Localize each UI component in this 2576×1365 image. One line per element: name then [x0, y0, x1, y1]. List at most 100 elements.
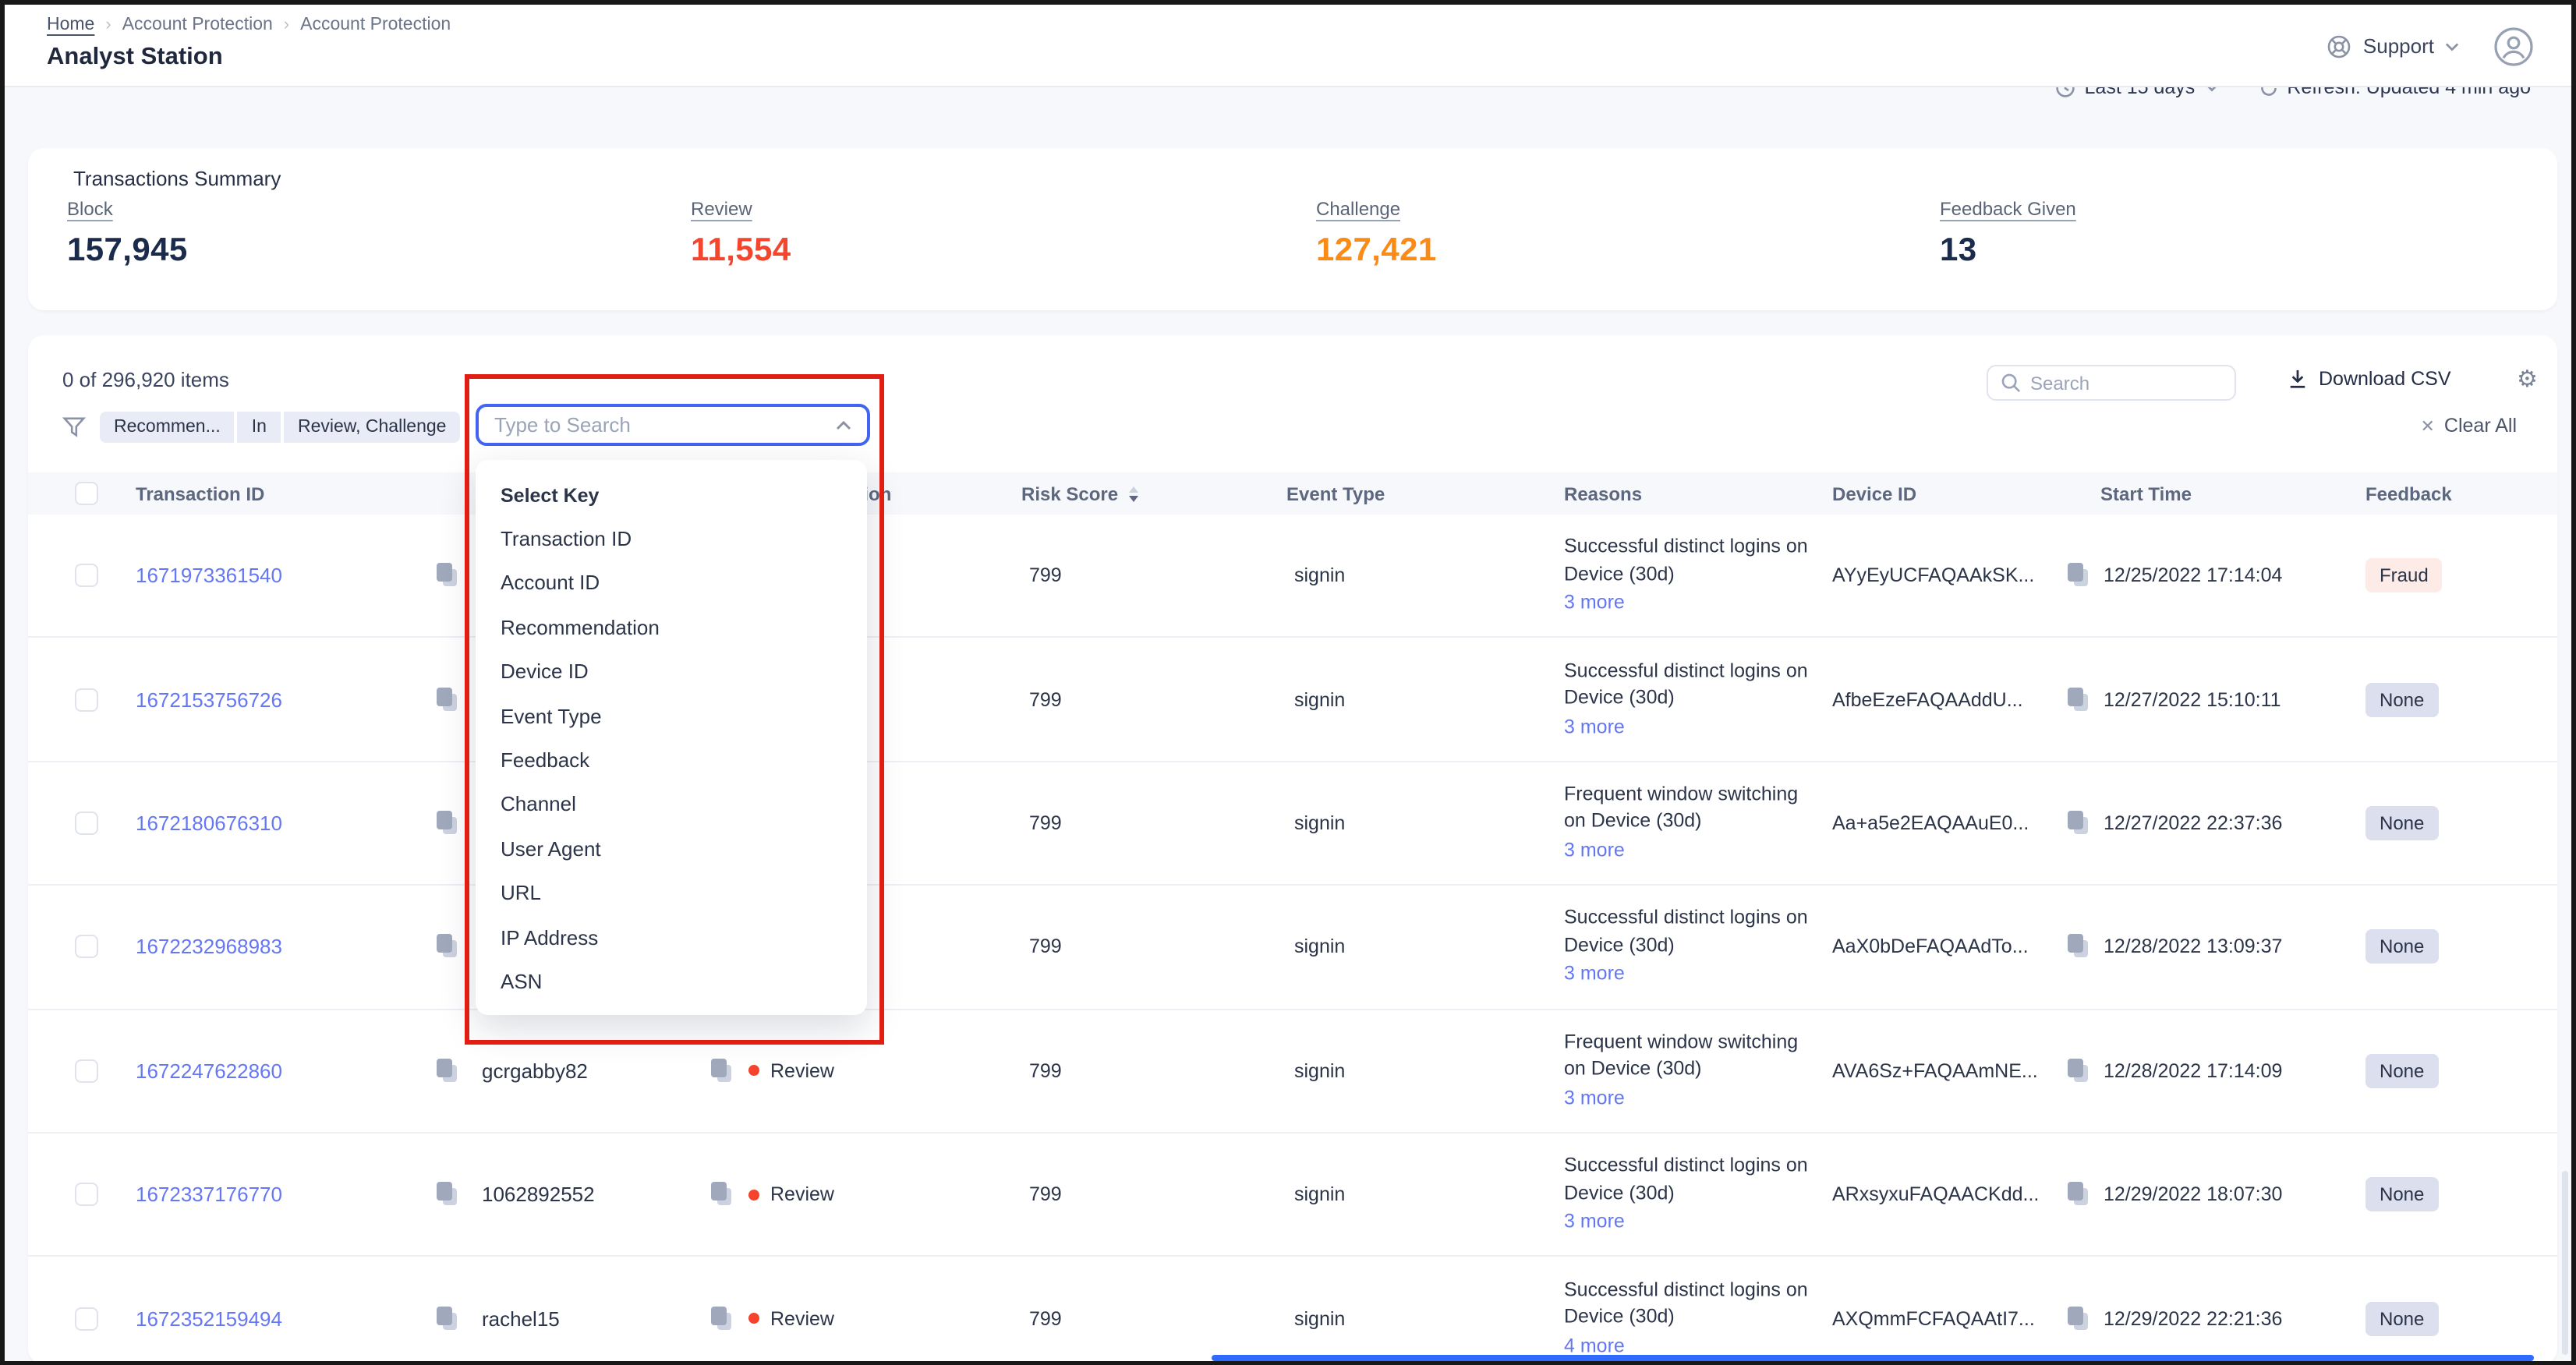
option-recommendation[interactable]: Recommendation: [476, 606, 867, 651]
copy-icon[interactable]: [2068, 811, 2089, 836]
user-avatar[interactable]: [2493, 26, 2534, 66]
breadcrumb-item[interactable]: Account Protection: [122, 16, 273, 34]
vertical-scrollbar[interactable]: [2561, 1171, 2568, 1355]
recommendation-cell: Review: [748, 1060, 834, 1082]
row-checkbox[interactable]: [75, 564, 98, 587]
transaction-id-link[interactable]: 1672352159494: [136, 1307, 282, 1330]
device-id-cell: AVA6Sz+FAQAAmNE...: [1832, 1060, 2038, 1082]
transaction-id-link[interactable]: 1672337176770: [136, 1183, 282, 1206]
option-group-label: Select Key: [476, 474, 867, 518]
copy-icon[interactable]: [437, 935, 458, 960]
option-transaction-id[interactable]: Transaction ID: [476, 518, 867, 562]
copy-icon[interactable]: [437, 687, 458, 712]
copy-icon[interactable]: [2068, 1306, 2089, 1331]
table-row: 1671973361540 799 signin Successful dist…: [28, 515, 2557, 638]
breadcrumb-separator: ›: [105, 16, 111, 34]
transaction-id-link[interactable]: 1672180676310: [136, 812, 282, 835]
copy-icon[interactable]: [711, 1182, 733, 1207]
row-checkbox[interactable]: [75, 1307, 98, 1330]
transaction-id-link[interactable]: 1672232968983: [136, 935, 282, 959]
metric-block-value: 157,945: [67, 232, 188, 270]
metric-block-label[interactable]: Block: [67, 198, 188, 220]
option-asn[interactable]: ASN: [476, 960, 867, 1005]
metric-feedback-given-label[interactable]: Feedback Given: [1940, 198, 2076, 220]
gear-icon[interactable]: ⚙: [2517, 365, 2538, 393]
start-time-cell: 12/27/2022 22:37:36: [2104, 812, 2282, 834]
clear-all-button[interactable]: ✕ Clear All: [2420, 415, 2517, 437]
option-user-agent[interactable]: User Agent: [476, 827, 867, 872]
transaction-id-link[interactable]: 1672247622860: [136, 1059, 282, 1083]
option-account-id[interactable]: Account ID: [476, 562, 867, 606]
table-search[interactable]: [1987, 365, 2236, 401]
feedback-badge: None: [2365, 1177, 2438, 1211]
more-reasons-link[interactable]: 3 more: [1564, 1209, 1820, 1236]
copy-icon[interactable]: [437, 1182, 458, 1207]
more-reasons-link[interactable]: 3 more: [1564, 837, 1820, 865]
table-row: 1672153756726 799 signin Successful dist…: [28, 638, 2557, 762]
device-id-cell: ARxsyxuFAQAACKdd...: [1832, 1183, 2039, 1205]
sort-icon[interactable]: [1129, 486, 1138, 501]
breadcrumb: Home › Account Protection › Account Prot…: [47, 16, 451, 34]
more-reasons-link[interactable]: 3 more: [1564, 714, 1820, 741]
feedback-cell: None: [2365, 1054, 2438, 1088]
filter-chip-key[interactable]: Recommen...: [100, 412, 235, 443]
copy-icon[interactable]: [437, 1059, 458, 1084]
device-id-cell: AXQmmFCFAQAAtI7...: [1832, 1307, 2035, 1329]
recommendation-cell: Review: [748, 1183, 834, 1205]
copy-icon[interactable]: [2068, 563, 2089, 588]
download-csv-button[interactable]: Download CSV: [2288, 368, 2451, 390]
row-checkbox[interactable]: [75, 1183, 98, 1206]
start-time-cell: 12/27/2022 15:10:11: [2104, 688, 2281, 710]
support-menu[interactable]: Support: [2327, 34, 2459, 58]
row-checkbox[interactable]: [75, 812, 98, 835]
transaction-id-link[interactable]: 1671973361540: [136, 564, 282, 587]
key-search-combobox[interactable]: Type to Search: [476, 404, 870, 446]
device-id-cell: AaX0bDeFAQAAdTo...: [1832, 936, 2029, 958]
more-reasons-link[interactable]: 3 more: [1564, 961, 1820, 988]
risk-score-cell: 799: [1029, 564, 1062, 586]
col-risk-score[interactable]: Risk Score: [1021, 472, 1138, 515]
feedback-cell: Fraud: [2365, 558, 2443, 592]
copy-icon[interactable]: [711, 1306, 733, 1331]
support-label: Support: [2363, 34, 2434, 58]
more-reasons-link[interactable]: 3 more: [1564, 1085, 1820, 1112]
copy-icon[interactable]: [437, 811, 458, 836]
event-type-cell: signin: [1294, 812, 1345, 834]
col-transaction-id: Transaction ID: [136, 472, 264, 515]
feedback-cell: None: [2365, 1301, 2438, 1335]
more-reasons-link[interactable]: 3 more: [1564, 590, 1820, 617]
copy-icon[interactable]: [2068, 687, 2089, 712]
copy-icon[interactable]: [437, 563, 458, 588]
option-url[interactable]: URL: [476, 872, 867, 916]
option-feedback[interactable]: Feedback: [476, 739, 867, 783]
copy-icon[interactable]: [2068, 1059, 2089, 1084]
reason-text: Successful distinct logins on Device (30…: [1564, 1153, 1820, 1208]
row-checkbox[interactable]: [75, 1059, 98, 1083]
active-filter-chip-group[interactable]: Recommen... In Review, Challenge: [100, 412, 461, 443]
risk-score-cell: 799: [1029, 1307, 1062, 1329]
copy-icon[interactable]: [2068, 1182, 2089, 1207]
copy-icon[interactable]: [711, 1059, 733, 1084]
copy-icon[interactable]: [2068, 935, 2089, 960]
select-all-checkbox[interactable]: [75, 472, 98, 515]
option-event-type[interactable]: Event Type: [476, 695, 867, 739]
search-input[interactable]: [2030, 372, 2202, 394]
reason-text: Successful distinct logins on Device (30…: [1564, 534, 1820, 589]
row-checkbox[interactable]: [75, 688, 98, 711]
row-checkbox[interactable]: [75, 935, 98, 959]
metric-challenge-label[interactable]: Challenge: [1316, 198, 1437, 220]
feedback-badge: None: [2365, 1054, 2438, 1088]
metric-review-label[interactable]: Review: [691, 198, 791, 220]
filter-chip-operator[interactable]: In: [238, 412, 281, 443]
transaction-id-link[interactable]: 1672153756726: [136, 688, 282, 711]
horizontal-scrollbar[interactable]: [1212, 1355, 2534, 1360]
option-channel[interactable]: Channel: [476, 783, 867, 828]
copy-icon[interactable]: [437, 1306, 458, 1331]
option-device-id[interactable]: Device ID: [476, 650, 867, 695]
reasons-cell: Successful distinct logins on Device (30…: [1564, 1277, 1820, 1360]
reason-text: Frequent window switching on Device (30d…: [1564, 781, 1820, 836]
breadcrumb-home-link[interactable]: Home: [47, 16, 94, 34]
option-ip-address[interactable]: IP Address: [476, 916, 867, 960]
risk-score-cell: 799: [1029, 936, 1062, 958]
filter-chip-values[interactable]: Review, Challenge: [284, 412, 461, 443]
